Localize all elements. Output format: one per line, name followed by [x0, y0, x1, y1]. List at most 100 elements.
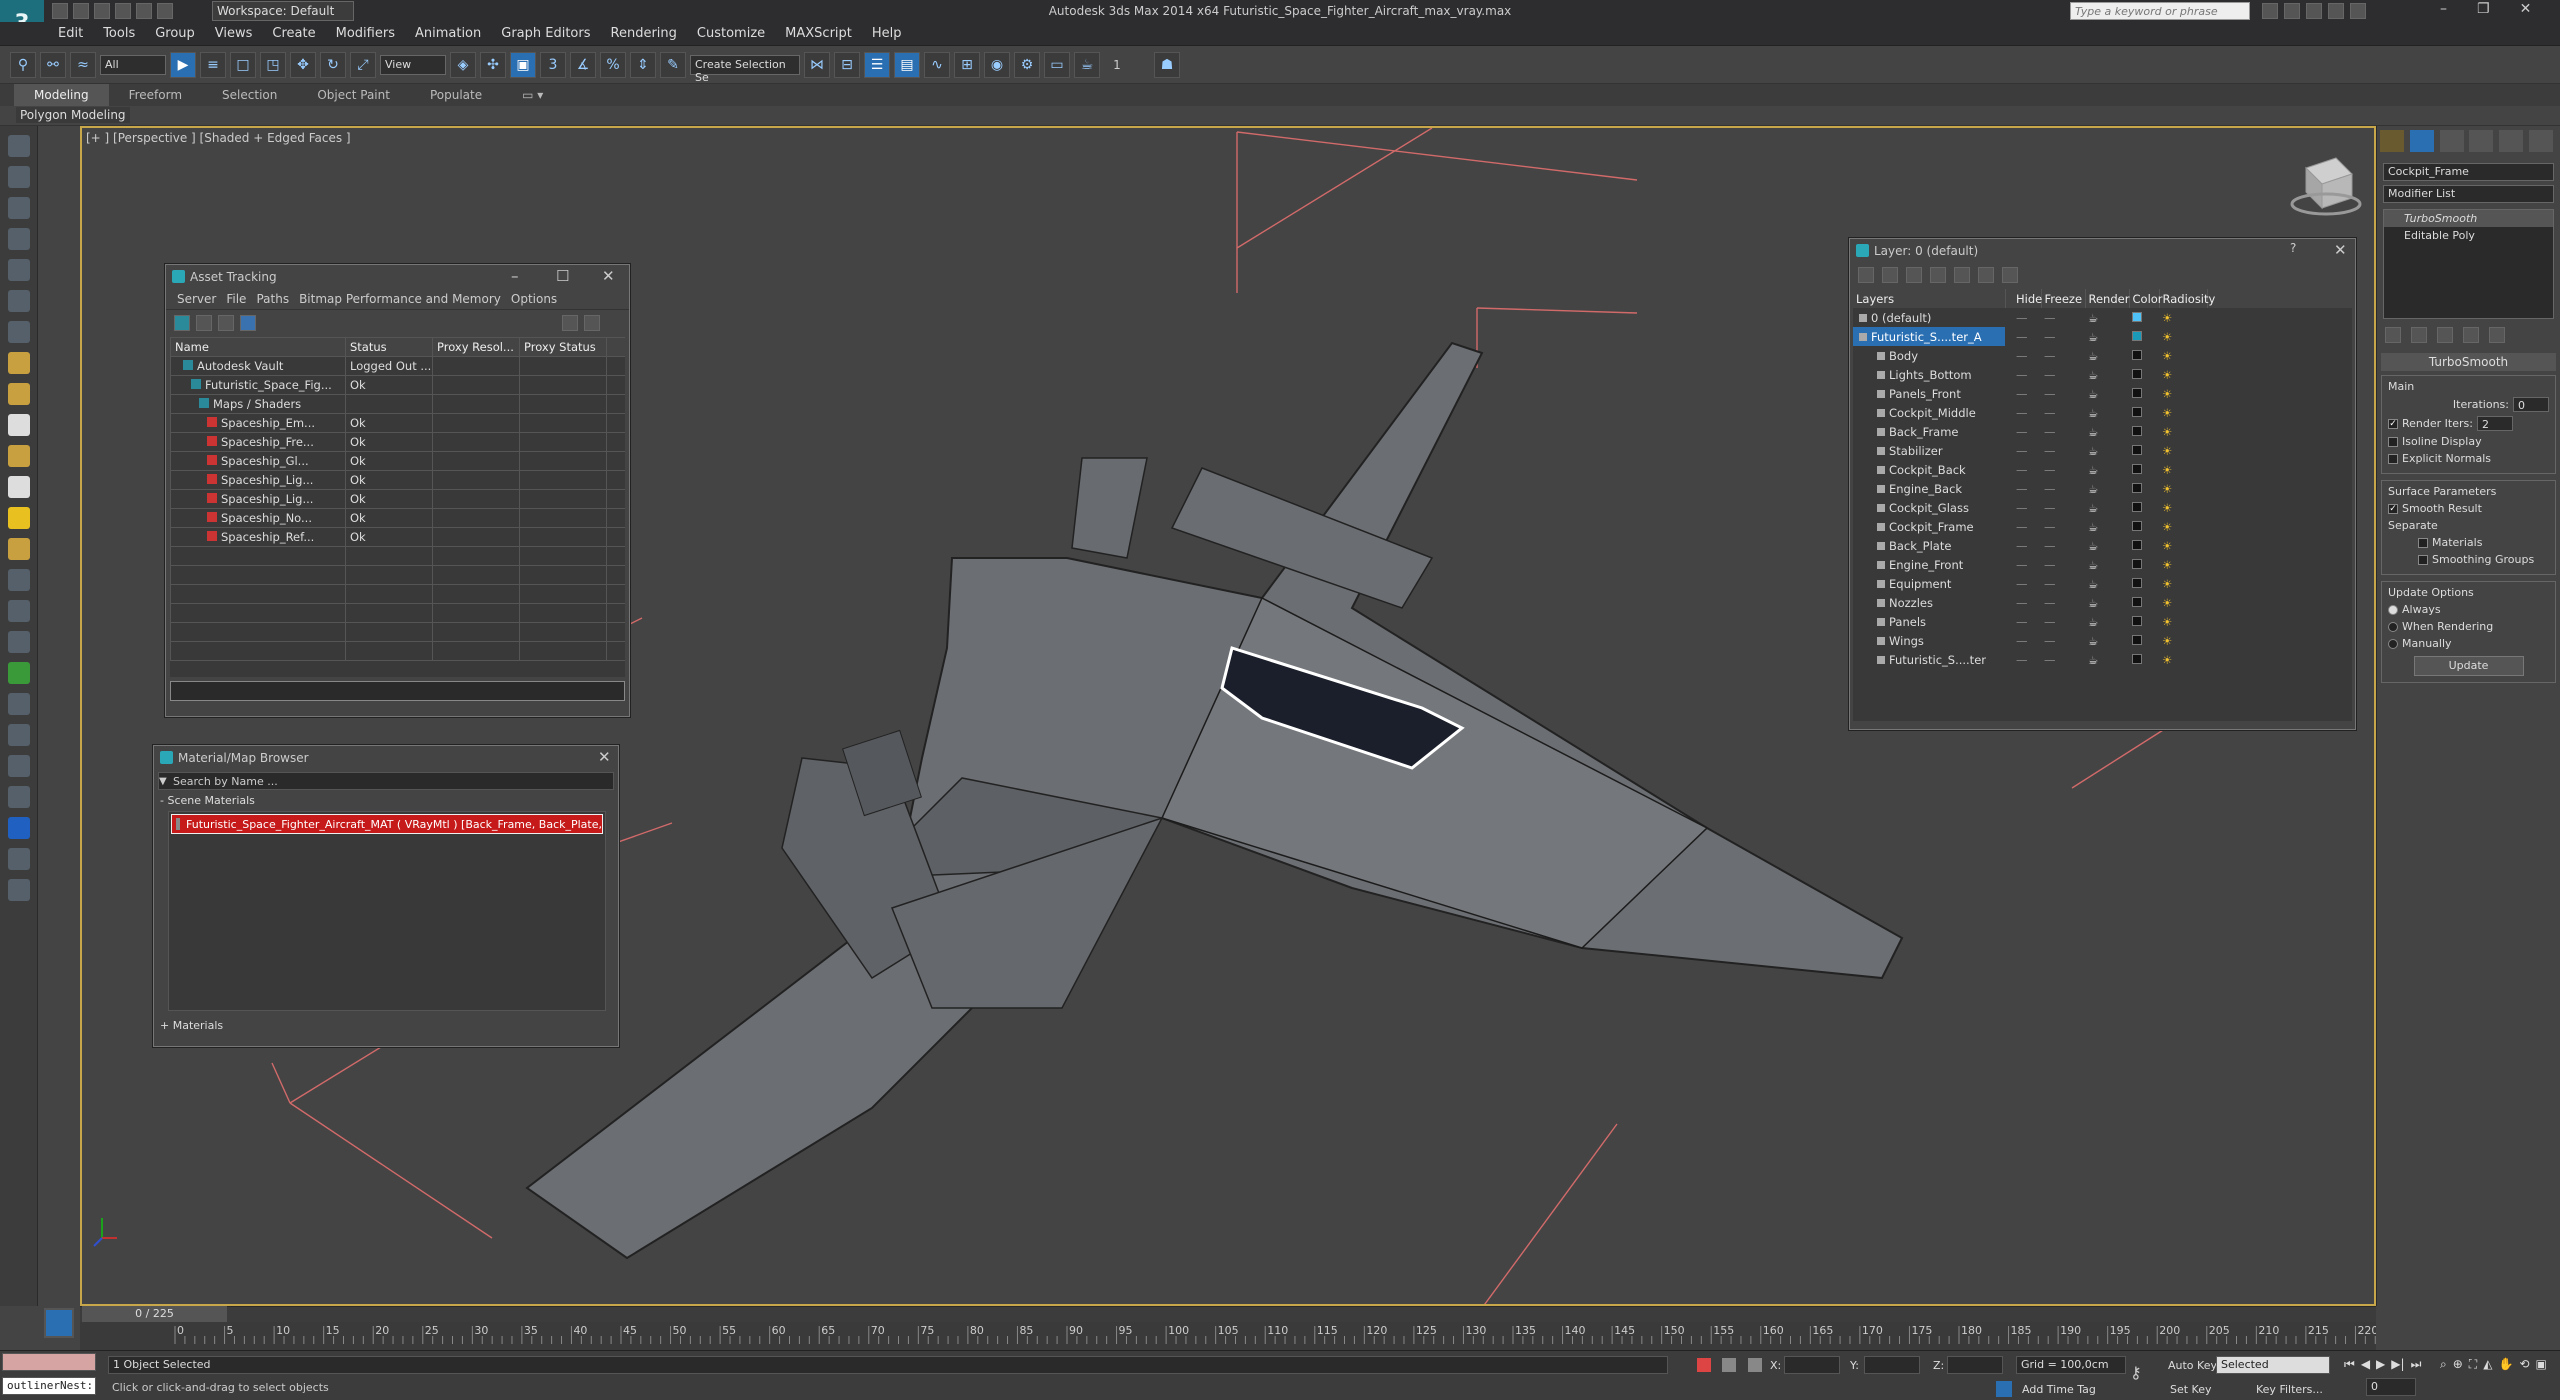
radiosity-icon[interactable]: ☀ — [2159, 327, 2207, 346]
radiosity-icon[interactable]: ☀ — [2159, 308, 2207, 327]
hide-toggle-icon[interactable]: — — [2013, 384, 2041, 403]
material-search-input[interactable]: Search by Name ... — [173, 775, 278, 788]
tab-populate[interactable]: Populate — [410, 84, 502, 106]
layer-color-swatch[interactable] — [2129, 403, 2159, 422]
render-toggle-icon[interactable]: ☕ — [2085, 517, 2129, 536]
hair-icon[interactable] — [8, 693, 30, 715]
tab-selection[interactable]: Selection — [202, 84, 297, 106]
layer-window-titlebar[interactable]: Layer: 0 (default) ? ✕ — [1850, 239, 2355, 263]
time-tag-icon[interactable] — [1996, 1381, 2012, 1397]
update-button[interactable]: Update — [2413, 656, 2524, 676]
layer-color-swatch[interactable] — [2129, 574, 2159, 593]
layer-row[interactable]: Body — — ☕ ☀ — [1853, 346, 2352, 365]
column-hide[interactable]: Hide — [2013, 289, 2042, 308]
radiosity-icon[interactable]: ☀ — [2159, 365, 2207, 384]
add-layer-icon[interactable] — [1906, 267, 1922, 283]
modifier-list-dropdown[interactable]: Modifier List — [2383, 185, 2554, 203]
box-icon[interactable] — [8, 352, 30, 374]
column-radiosity[interactable]: Radiosity — [2159, 289, 2215, 308]
material-editor-icon[interactable]: ◉ — [984, 51, 1010, 78]
column-proxy-resolution[interactable]: Proxy Resol... — [432, 337, 520, 357]
render-toggle-icon[interactable]: ☕ — [2085, 460, 2129, 479]
radiosity-icon[interactable]: ☀ — [2159, 555, 2207, 574]
spray-icon[interactable] — [8, 600, 30, 622]
table-row[interactable]: Spaceship_Em... Ok — [170, 413, 625, 433]
render-toggle-icon[interactable]: ☕ — [2085, 593, 2129, 612]
menu-maxscript[interactable]: MAXScript — [775, 26, 862, 41]
schematic-view-icon[interactable]: ⊞ — [954, 51, 980, 78]
maximize-icon[interactable]: ☐ — [556, 267, 569, 285]
layer-tool-icon[interactable] — [1858, 267, 1874, 283]
freeze-all-icon[interactable] — [2002, 267, 2018, 283]
selection-lock-icon[interactable] — [1697, 1358, 1711, 1372]
project-folder-icon[interactable] — [157, 3, 173, 19]
spinner-snap-icon[interactable]: ⇕ — [630, 51, 656, 78]
table-row[interactable]: Spaceship_Lig... Ok — [170, 489, 625, 509]
close-icon[interactable]: ✕ — [2520, 1, 2532, 17]
render-production-icon[interactable]: ☕ — [1074, 51, 1100, 78]
scale-icon[interactable]: ⤢ — [350, 51, 376, 78]
column-render[interactable]: Render — [2085, 289, 2130, 308]
freeze-toggle-icon[interactable]: — — [2041, 403, 2085, 422]
previous-frame-icon[interactable]: ◀ — [2361, 1357, 2370, 1372]
table-row[interactable]: Spaceship_No... Ok — [170, 508, 625, 528]
menu-group[interactable]: Group — [145, 26, 205, 41]
table-row[interactable]: Maps / Shaders — [170, 394, 625, 414]
render-toggle-icon[interactable]: ☕ — [2085, 403, 2129, 422]
crowd-icon[interactable] — [8, 786, 30, 808]
view-cube[interactable] — [2290, 157, 2362, 216]
radiosity-icon[interactable]: ☀ — [2159, 460, 2207, 479]
column-name[interactable]: Name — [170, 337, 346, 357]
help-circle-icon[interactable] — [8, 879, 30, 901]
close-icon[interactable]: ✕ — [2334, 241, 2347, 259]
radiosity-icon[interactable]: ☀ — [2159, 517, 2207, 536]
timeline-track[interactable] — [80, 1306, 2376, 1322]
polygon-modeling-label[interactable]: Polygon Modeling — [16, 107, 130, 123]
keyboard-shortcut-override-icon[interactable]: ▣ — [510, 51, 536, 78]
snaps-toggle-icon[interactable]: 3 — [540, 51, 566, 78]
show-end-result-icon[interactable] — [2411, 327, 2427, 343]
display-tab-icon[interactable] — [2499, 130, 2524, 152]
hide-toggle-icon[interactable]: — — [2013, 365, 2041, 384]
zoom-icon[interactable]: ⌕ — [2440, 1357, 2447, 1372]
settings-icon[interactable] — [584, 314, 600, 331]
mirror-icon[interactable]: ⋈ — [804, 51, 830, 78]
list-view-icon[interactable] — [196, 314, 212, 331]
render-toggle-icon[interactable]: ☕ — [2085, 555, 2129, 574]
hide-toggle-icon[interactable]: — — [2013, 612, 2041, 631]
workspace-dropdown[interactable]: Workspace: Default — [212, 1, 354, 21]
freeze-toggle-icon[interactable]: — — [2041, 498, 2085, 517]
radiosity-icon[interactable]: ☀ — [2159, 612, 2207, 631]
hide-toggle-icon[interactable]: — — [2013, 498, 2041, 517]
hide-all-icon[interactable] — [1978, 267, 1994, 283]
radiosity-icon[interactable]: ☀ — [2159, 536, 2207, 555]
configure-sets-icon[interactable] — [2489, 327, 2505, 343]
layer-color-swatch[interactable] — [2129, 536, 2159, 555]
tools-icon[interactable] — [2306, 3, 2322, 19]
freeze-toggle-icon[interactable]: — — [2041, 631, 2085, 650]
layer-color-swatch[interactable] — [2129, 327, 2159, 346]
pin-stack-icon[interactable] — [2385, 327, 2401, 343]
radiosity-icon[interactable]: ☀ — [2159, 498, 2207, 517]
sphere-gizmo-icon[interactable] — [8, 755, 30, 777]
tab-object-paint[interactable]: Object Paint — [297, 84, 410, 106]
manually-radio[interactable] — [2388, 638, 2398, 649]
help-icon[interactable]: ? — [2290, 241, 2296, 255]
next-frame-icon[interactable]: ▶| — [2391, 1357, 2404, 1372]
key-filters-button[interactable]: Key Filters... — [2256, 1383, 2323, 1396]
lock-icon[interactable] — [1722, 1358, 1736, 1372]
layer-color-swatch[interactable] — [2129, 612, 2159, 631]
layer-row[interactable]: Back_Plate — — ☕ ☀ — [1853, 536, 2352, 555]
reference-coordinate-dropdown[interactable]: View — [380, 54, 446, 75]
torus-icon[interactable] — [8, 445, 30, 467]
play-icon[interactable]: ▶ — [2376, 1357, 2385, 1372]
hide-toggle-icon[interactable]: — — [2013, 308, 2041, 327]
freeze-toggle-icon[interactable]: — — [2041, 308, 2085, 327]
layer-row[interactable]: Nozzles — — ☕ ☀ — [1853, 593, 2352, 612]
menu-views[interactable]: Views — [205, 26, 263, 41]
menu-modifiers[interactable]: Modifiers — [326, 26, 405, 41]
freeze-toggle-icon[interactable]: — — [2041, 536, 2085, 555]
viewport-label[interactable]: [+ ] [Perspective ] [Shaded + Edged Face… — [86, 131, 351, 145]
cylinder-icon[interactable] — [8, 383, 30, 405]
field-of-view-icon[interactable]: ◭ — [2483, 1357, 2492, 1372]
